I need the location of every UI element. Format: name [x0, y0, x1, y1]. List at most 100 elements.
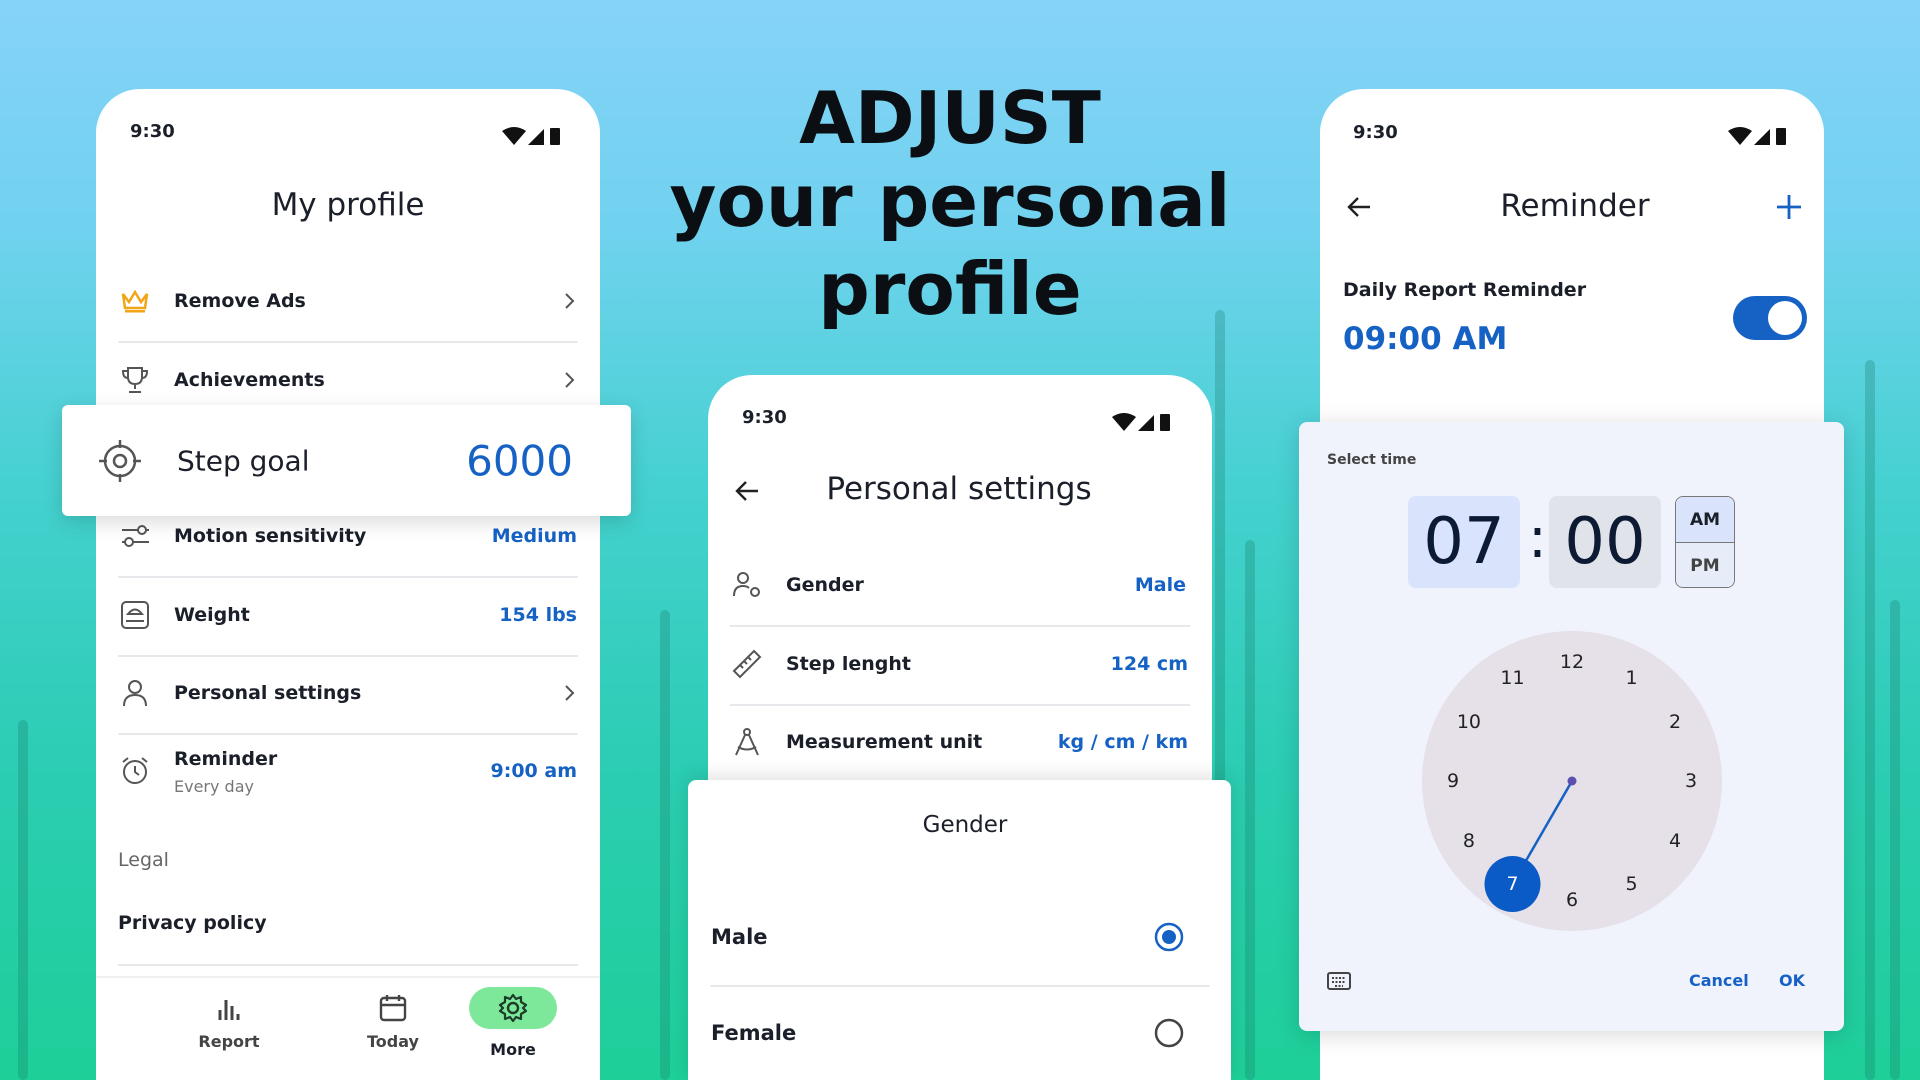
clock-number-6[interactable]: 6 [1566, 889, 1578, 911]
clock-number-2[interactable]: 2 [1669, 711, 1681, 733]
item-label: Step lenght [786, 653, 912, 675]
clock-number-12[interactable]: 12 [1560, 651, 1584, 673]
ruler-icon [732, 649, 762, 679]
nav-label: Report [198, 1032, 260, 1051]
divider [710, 985, 1210, 987]
headline-line2: your personal [669, 159, 1231, 243]
divider [118, 655, 578, 657]
decor-bar [1890, 600, 1900, 1080]
wifi-signal-battery-icon [1728, 127, 1786, 145]
reminder-toggle[interactable] [1733, 296, 1807, 340]
alarm-icon [122, 757, 148, 784]
chevron-right-icon [565, 685, 575, 701]
clock-number-7[interactable]: 7 [1506, 873, 1518, 895]
clock-number-3[interactable]: 3 [1685, 770, 1697, 792]
wifi-signal-battery-icon [1112, 413, 1170, 431]
nav-label: More [490, 1040, 536, 1059]
step-goal-value: 6000 [466, 436, 573, 486]
clock-number-1[interactable]: 1 [1625, 667, 1637, 689]
crown-icon [121, 289, 149, 313]
item-value: 124 cm [1110, 653, 1188, 675]
privacy-policy-link[interactable]: Privacy policy [118, 912, 267, 934]
step-goal-card[interactable]: Step goal 6000 [62, 405, 631, 516]
status-icons [1112, 411, 1172, 433]
page-title: My profile [271, 187, 425, 223]
status-icons [1728, 125, 1788, 147]
divider [118, 733, 578, 735]
bar-chart-icon [218, 1000, 240, 1020]
profile-phone: 9:30 My profile Remove Ads Achievements … [96, 89, 600, 1080]
clock-hand [1484, 776, 1577, 913]
item-label: Personal settings [174, 682, 362, 704]
divider [118, 576, 578, 578]
keyboard-icon[interactable] [1327, 972, 1351, 990]
nav-label: Today [367, 1032, 419, 1051]
plus-icon[interactable] [1776, 194, 1802, 220]
ok-button[interactable]: OK [1779, 971, 1805, 990]
nav-divider [96, 976, 600, 978]
item-label: Remove Ads [174, 290, 306, 312]
clock-number-9[interactable]: 9 [1447, 770, 1459, 792]
status-time: 9:30 [1353, 122, 1398, 143]
nav-today[interactable]: Today [348, 994, 438, 1051]
status-icons [502, 125, 562, 147]
target-icon [99, 440, 141, 482]
gear-icon [498, 993, 528, 1023]
decor-bar [660, 610, 670, 1080]
radio-unselected-icon[interactable] [1153, 1017, 1185, 1049]
time-picker-dialog: Select time 07 : 00 AM PM 12 1 2 3 4 5 6 7 8 9 10 1… [1299, 422, 1844, 1031]
person-icon [123, 680, 147, 707]
item-value: kg / cm / km [1057, 731, 1188, 753]
legal-header: Legal [118, 849, 169, 871]
clock-number-8[interactable]: 8 [1463, 830, 1475, 852]
item-value: 154 lbs [499, 604, 577, 626]
clock-number-11[interactable]: 11 [1500, 667, 1524, 689]
item-label: Motion sensitivity [174, 525, 367, 547]
cancel-button[interactable]: Cancel [1689, 971, 1749, 990]
daily-reminder-time[interactable]: 09:00 AM [1343, 321, 1507, 357]
option-label: Female [711, 1021, 797, 1045]
chevron-right-icon [565, 293, 575, 309]
page-title: Personal settings [826, 471, 1092, 507]
back-arrow-icon[interactable] [734, 479, 760, 503]
clock-number-10[interactable]: 10 [1457, 711, 1481, 733]
gender-icon [733, 572, 760, 597]
toggle-knob [1768, 301, 1802, 335]
item-label: Reminder [174, 748, 278, 770]
sheet-title: Gender [922, 812, 1008, 838]
scale-icon [121, 601, 149, 629]
status-time: 9:30 [130, 121, 175, 142]
nav-more[interactable]: More [468, 987, 558, 1059]
item-label: Achievements [174, 369, 325, 391]
item-label: Measurement unit [786, 731, 983, 753]
page-title: Reminder [1500, 188, 1650, 224]
radio-selected-icon[interactable] [1153, 921, 1185, 953]
sliders-icon [122, 525, 149, 547]
item-label: Gender [786, 574, 864, 596]
divider [118, 341, 578, 343]
gender-bottom-sheet: Gender Male Female [688, 780, 1231, 1080]
decor-bar [1865, 360, 1875, 1080]
calendar-icon [379, 995, 407, 1022]
trophy-icon [121, 367, 149, 393]
chevron-right-icon [565, 372, 575, 388]
nav-report[interactable]: Report [184, 994, 274, 1051]
item-value: Male [1134, 574, 1186, 596]
compass-icon [735, 728, 759, 756]
back-arrow-icon[interactable] [1346, 195, 1372, 219]
divider [730, 704, 1190, 706]
decor-bar [18, 720, 28, 1080]
item-label: Step goal [177, 444, 310, 478]
item-sublabel: Every day [174, 777, 254, 796]
clock-number-4[interactable]: 4 [1669, 830, 1681, 852]
item-value: 9:00 am [490, 760, 578, 782]
option-label: Male [711, 925, 768, 949]
item-value: Medium [491, 525, 577, 547]
item-label: Weight [174, 604, 250, 626]
headline-line3: profile [818, 247, 1082, 331]
status-time: 9:30 [742, 407, 787, 428]
divider [730, 625, 1190, 627]
clock-number-5[interactable]: 5 [1625, 873, 1637, 895]
headline-line1: ADJUST [799, 76, 1101, 160]
divider [118, 964, 578, 966]
